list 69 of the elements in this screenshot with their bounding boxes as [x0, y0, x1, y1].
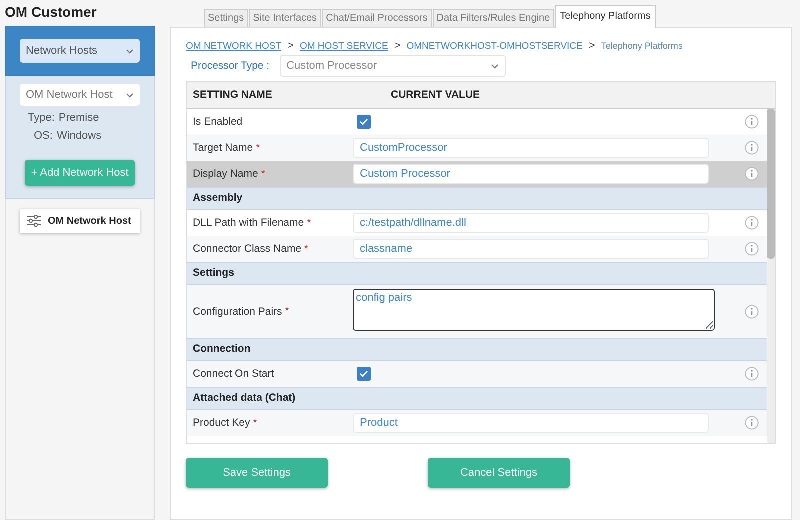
section-header: Connection — [187, 338, 767, 361]
tab[interactable]: Telephony Platforms — [555, 5, 656, 28]
required-mark: * — [307, 218, 311, 228]
checkbox[interactable] — [357, 115, 371, 129]
info-icon — [745, 304, 759, 318]
caret-icon — [126, 48, 134, 54]
processor-type-select[interactable]: Custom Processor — [280, 55, 506, 77]
setting-name: Target Name — [193, 142, 254, 154]
setting-name: Product Key — [193, 417, 250, 429]
column-header: SETTING NAME — [192, 89, 274, 101]
type-label: Type: — [28, 112, 55, 124]
breadcrumb-link[interactable]: OM NETWORK HOST — [186, 40, 282, 52]
setting-name: DLL Path with Filename — [193, 217, 304, 229]
column-header: CURRENT VALUE — [390, 89, 480, 101]
check-icon — [359, 370, 369, 378]
info-icon — [745, 242, 759, 256]
info-icon — [745, 416, 759, 430]
type-value: Premise — [58, 112, 100, 124]
host-type-select[interactable]: Network Hosts — [20, 39, 140, 63]
setting-name: Connector Class Name — [193, 243, 302, 255]
info-icon — [745, 367, 759, 381]
tab[interactable]: Site Interfaces — [249, 9, 322, 27]
required-mark: * — [253, 418, 258, 428]
section-header: Assembly — [187, 187, 767, 210]
app-title: OM Customer — [4, 3, 98, 22]
os-value: Windows — [56, 130, 102, 142]
tab[interactable]: Chat/Email Processors — [322, 9, 432, 27]
text-area[interactable]: config pairs — [353, 289, 715, 331]
action-button[interactable]: Cancel Settings — [428, 458, 570, 488]
breadcrumb-link[interactable]: OMNETWORKHOST-OMHOSTSERVICE — [406, 40, 583, 52]
text-field[interactable]: Custom Processor — [353, 164, 709, 184]
sliders-icon — [27, 215, 41, 227]
info-icon — [745, 141, 759, 155]
required-mark: * — [261, 168, 266, 180]
setting-name: Connect On Start — [193, 368, 274, 380]
info-icon — [745, 115, 759, 129]
section-header: Attached data (Chat) — [187, 387, 767, 410]
tab[interactable]: Settings — [204, 9, 248, 27]
action-button[interactable]: Save Settings — [186, 458, 328, 488]
add-network-host-button[interactable]: + Add Network Host — [25, 160, 135, 186]
breadcrumb-separator: > — [394, 40, 401, 52]
host-select[interactable]: OM Network Host — [20, 84, 140, 106]
text-field[interactable]: classname — [353, 239, 709, 259]
section-header: Settings — [187, 262, 767, 285]
os-label: OS: — [34, 130, 53, 142]
info-icon — [745, 216, 759, 230]
scrollbar-thumb[interactable] — [767, 109, 775, 259]
required-mark: * — [304, 244, 308, 254]
text-field[interactable]: CustomProcessor — [353, 138, 709, 158]
caret-icon — [490, 64, 499, 68]
text-field[interactable]: Product — [353, 413, 709, 433]
host-item[interactable]: OM Network Host — [20, 209, 140, 233]
required-mark: * — [256, 142, 260, 154]
check-icon — [359, 118, 369, 126]
breadcrumb-separator: > — [288, 40, 294, 52]
processor-type-label: Processor Type : — [191, 60, 270, 72]
setting-name: Configuration Pairs — [193, 306, 282, 318]
text-field[interactable]: c:/testpath/dllname.dll — [353, 213, 709, 233]
breadcrumb-separator: > — [588, 40, 596, 52]
required-mark: * — [285, 306, 290, 317]
breadcrumb-link[interactable]: OM HOST SERVICE — [300, 40, 388, 52]
info-icon — [745, 167, 759, 181]
tab[interactable]: Data Filters/Rules Engine — [432, 9, 554, 27]
breadcrumb-link[interactable]: Telephony Platforms — [601, 41, 683, 51]
setting-name: Is Enabled — [193, 116, 243, 128]
checkbox[interactable] — [357, 367, 371, 381]
caret-icon — [126, 92, 134, 98]
setting-name: Display Name — [193, 168, 258, 180]
scrollbar[interactable] — [767, 109, 775, 443]
